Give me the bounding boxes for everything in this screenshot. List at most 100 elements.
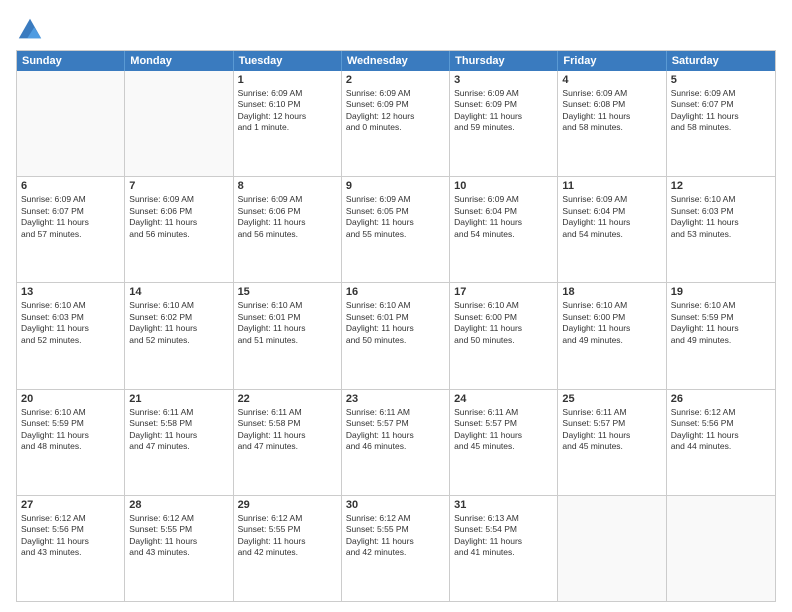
calendar-cell: 3 Sunrise: 6:09 AMSunset: 6:09 PMDaylight… bbox=[450, 71, 558, 176]
calendar-cell: 31 Sunrise: 6:13 AMSunset: 5:54 PMDayligh… bbox=[450, 496, 558, 601]
cell-info: Sunrise: 6:09 AMSunset: 6:09 PMDaylight:… bbox=[454, 88, 553, 134]
calendar-week-1: 1 Sunrise: 6:09 AMSunset: 6:10 PMDaylight… bbox=[17, 71, 775, 176]
day-number: 19 bbox=[671, 286, 771, 298]
day-number: 12 bbox=[671, 180, 771, 192]
calendar-cell: 9 Sunrise: 6:09 AMSunset: 6:05 PMDaylight… bbox=[342, 177, 450, 282]
logo bbox=[16, 16, 48, 44]
calendar-cell: 24 Sunrise: 6:11 AMSunset: 5:57 PMDayligh… bbox=[450, 390, 558, 495]
cell-info: Sunrise: 6:10 AMSunset: 5:59 PMDaylight:… bbox=[21, 407, 120, 453]
cell-info: Sunrise: 6:12 AMSunset: 5:55 PMDaylight:… bbox=[238, 513, 337, 559]
cell-info: Sunrise: 6:11 AMSunset: 5:57 PMDaylight:… bbox=[454, 407, 553, 453]
header-day-thursday: Thursday bbox=[450, 51, 558, 71]
calendar-cell bbox=[667, 496, 775, 601]
day-number: 30 bbox=[346, 499, 445, 511]
calendar-week-5: 27Sunrise: 6:12 AMSunset: 5:56 PMDayligh… bbox=[17, 495, 775, 601]
day-number: 21 bbox=[129, 393, 228, 405]
cell-info: Sunrise: 6:12 AMSunset: 5:56 PMDaylight:… bbox=[671, 407, 771, 453]
day-number: 11 bbox=[562, 180, 661, 192]
calendar-cell: 1 Sunrise: 6:09 AMSunset: 6:10 PMDaylight… bbox=[234, 71, 342, 176]
header-day-sunday: Sunday bbox=[17, 51, 125, 71]
day-number: 2 bbox=[346, 74, 445, 86]
calendar-cell bbox=[17, 71, 125, 176]
day-number: 15 bbox=[238, 286, 337, 298]
calendar-cell: 8Sunrise: 6:09 AMSunset: 6:06 PMDaylight… bbox=[234, 177, 342, 282]
calendar-cell: 18 Sunrise: 6:10 AMSunset: 6:00 PMDayligh… bbox=[558, 283, 666, 388]
day-number: 3 bbox=[454, 74, 553, 86]
cell-info: Sunrise: 6:10 AMSunset: 6:03 PMDaylight:… bbox=[671, 194, 771, 240]
calendar-cell: 28 Sunrise: 6:12 AMSunset: 5:55 PMDayligh… bbox=[125, 496, 233, 601]
calendar-cell: 29 Sunrise: 6:12 AMSunset: 5:55 PMDayligh… bbox=[234, 496, 342, 601]
calendar-cell: 7Sunrise: 6:09 AMSunset: 6:06 PMDaylight… bbox=[125, 177, 233, 282]
cell-info: Sunrise: 6:09 AMSunset: 6:05 PMDaylight:… bbox=[346, 194, 445, 240]
cell-info: Sunrise: 6:10 AMSunset: 6:03 PMDaylight:… bbox=[21, 300, 120, 346]
calendar-cell: 30 Sunrise: 6:12 AMSunset: 5:55 PMDayligh… bbox=[342, 496, 450, 601]
calendar-cell: 4Sunrise: 6:09 AMSunset: 6:08 PMDaylight… bbox=[558, 71, 666, 176]
day-number: 10 bbox=[454, 180, 553, 192]
calendar-cell: 23Sunrise: 6:11 AMSunset: 5:57 PMDayligh… bbox=[342, 390, 450, 495]
calendar-body: 1 Sunrise: 6:09 AMSunset: 6:10 PMDaylight… bbox=[17, 71, 775, 601]
cell-info: Sunrise: 6:09 AMSunset: 6:08 PMDaylight:… bbox=[562, 88, 661, 134]
calendar-cell bbox=[125, 71, 233, 176]
day-number: 17 bbox=[454, 286, 553, 298]
calendar-cell: 26 Sunrise: 6:12 AMSunset: 5:56 PMDayligh… bbox=[667, 390, 775, 495]
cell-info: Sunrise: 6:11 AMSunset: 5:57 PMDaylight:… bbox=[562, 407, 661, 453]
cell-info: Sunrise: 6:12 AMSunset: 5:55 PMDaylight:… bbox=[346, 513, 445, 559]
calendar-week-4: 20 Sunrise: 6:10 AMSunset: 5:59 PMDayligh… bbox=[17, 389, 775, 495]
calendar-cell: 22 Sunrise: 6:11 AMSunset: 5:58 PMDayligh… bbox=[234, 390, 342, 495]
cell-info: Sunrise: 6:10 AMSunset: 6:00 PMDaylight:… bbox=[562, 300, 661, 346]
logo-icon bbox=[16, 16, 44, 44]
day-number: 6 bbox=[21, 180, 120, 192]
cell-info: Sunrise: 6:10 AMSunset: 6:01 PMDaylight:… bbox=[238, 300, 337, 346]
header-day-tuesday: Tuesday bbox=[234, 51, 342, 71]
day-number: 26 bbox=[671, 393, 771, 405]
cell-info: Sunrise: 6:10 AMSunset: 5:59 PMDaylight:… bbox=[671, 300, 771, 346]
cell-info: Sunrise: 6:11 AMSunset: 5:57 PMDaylight:… bbox=[346, 407, 445, 453]
calendar-cell: 14Sunrise: 6:10 AMSunset: 6:02 PMDayligh… bbox=[125, 283, 233, 388]
cell-info: Sunrise: 6:12 AMSunset: 5:55 PMDaylight:… bbox=[129, 513, 228, 559]
day-number: 5 bbox=[671, 74, 771, 86]
cell-info: Sunrise: 6:11 AMSunset: 5:58 PMDaylight:… bbox=[238, 407, 337, 453]
calendar-cell: 21 Sunrise: 6:11 AMSunset: 5:58 PMDayligh… bbox=[125, 390, 233, 495]
calendar-cell: 2Sunrise: 6:09 AMSunset: 6:09 PMDaylight… bbox=[342, 71, 450, 176]
day-number: 18 bbox=[562, 286, 661, 298]
calendar-cell: 6Sunrise: 6:09 AMSunset: 6:07 PMDaylight… bbox=[17, 177, 125, 282]
header bbox=[16, 12, 776, 44]
calendar-cell: 13Sunrise: 6:10 AMSunset: 6:03 PMDayligh… bbox=[17, 283, 125, 388]
header-day-friday: Friday bbox=[558, 51, 666, 71]
cell-info: Sunrise: 6:11 AMSunset: 5:58 PMDaylight:… bbox=[129, 407, 228, 453]
page: SundayMondayTuesdayWednesdayThursdayFrid… bbox=[0, 0, 792, 612]
calendar-cell: 15 Sunrise: 6:10 AMSunset: 6:01 PMDayligh… bbox=[234, 283, 342, 388]
day-number: 9 bbox=[346, 180, 445, 192]
calendar-week-2: 6Sunrise: 6:09 AMSunset: 6:07 PMDaylight… bbox=[17, 176, 775, 282]
cell-info: Sunrise: 6:10 AMSunset: 6:01 PMDaylight:… bbox=[346, 300, 445, 346]
calendar-cell: 19 Sunrise: 6:10 AMSunset: 5:59 PMDayligh… bbox=[667, 283, 775, 388]
calendar-cell: 5 Sunrise: 6:09 AMSunset: 6:07 PMDaylight… bbox=[667, 71, 775, 176]
header-day-saturday: Saturday bbox=[667, 51, 775, 71]
header-day-wednesday: Wednesday bbox=[342, 51, 450, 71]
cell-info: Sunrise: 6:09 AMSunset: 6:06 PMDaylight:… bbox=[238, 194, 337, 240]
calendar-week-3: 13Sunrise: 6:10 AMSunset: 6:03 PMDayligh… bbox=[17, 282, 775, 388]
day-number: 1 bbox=[238, 74, 337, 86]
cell-info: Sunrise: 6:09 AMSunset: 6:07 PMDaylight:… bbox=[671, 88, 771, 134]
day-number: 28 bbox=[129, 499, 228, 511]
calendar-cell: 11 Sunrise: 6:09 AMSunset: 6:04 PMDayligh… bbox=[558, 177, 666, 282]
day-number: 22 bbox=[238, 393, 337, 405]
calendar-cell: 25 Sunrise: 6:11 AMSunset: 5:57 PMDayligh… bbox=[558, 390, 666, 495]
calendar-cell: 12 Sunrise: 6:10 AMSunset: 6:03 PMDayligh… bbox=[667, 177, 775, 282]
cell-info: Sunrise: 6:13 AMSunset: 5:54 PMDaylight:… bbox=[454, 513, 553, 559]
day-number: 31 bbox=[454, 499, 553, 511]
day-number: 27 bbox=[21, 499, 120, 511]
calendar-header: SundayMondayTuesdayWednesdayThursdayFrid… bbox=[17, 51, 775, 71]
day-number: 7 bbox=[129, 180, 228, 192]
day-number: 24 bbox=[454, 393, 553, 405]
cell-info: Sunrise: 6:09 AMSunset: 6:10 PMDaylight:… bbox=[238, 88, 337, 134]
day-number: 25 bbox=[562, 393, 661, 405]
cell-info: Sunrise: 6:09 AMSunset: 6:04 PMDaylight:… bbox=[562, 194, 661, 240]
cell-info: Sunrise: 6:10 AMSunset: 6:02 PMDaylight:… bbox=[129, 300, 228, 346]
calendar-cell: 10Sunrise: 6:09 AMSunset: 6:04 PMDayligh… bbox=[450, 177, 558, 282]
calendar-cell: 27Sunrise: 6:12 AMSunset: 5:56 PMDayligh… bbox=[17, 496, 125, 601]
day-number: 29 bbox=[238, 499, 337, 511]
calendar-cell: 20 Sunrise: 6:10 AMSunset: 5:59 PMDayligh… bbox=[17, 390, 125, 495]
day-number: 20 bbox=[21, 393, 120, 405]
calendar-cell bbox=[558, 496, 666, 601]
